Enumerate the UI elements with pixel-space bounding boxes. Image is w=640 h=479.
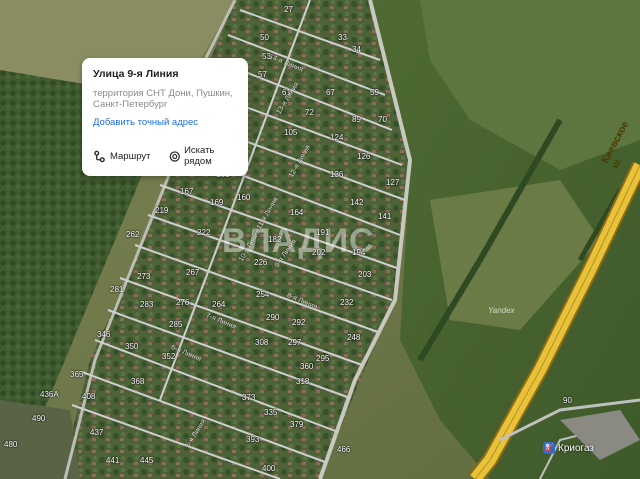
place-card: Улица 9-я Линия территория СНТ Дони, Пуш… bbox=[82, 58, 248, 176]
search-nearby-label: Искать рядом bbox=[184, 145, 215, 167]
add-address-link[interactable]: Добавить точный адрес bbox=[93, 117, 238, 128]
target-icon bbox=[169, 150, 180, 162]
route-label: Маршрут bbox=[110, 150, 151, 162]
route-icon bbox=[94, 150, 105, 162]
provider-mark: Yandex bbox=[488, 306, 515, 315]
poi-label: Криогаз bbox=[558, 442, 594, 454]
route-button[interactable]: Маршрут bbox=[93, 150, 151, 163]
place-subtitle: территория СНТ Дони, Пушкин, Санкт-Петер… bbox=[93, 88, 233, 110]
gas-icon: ⛽ bbox=[543, 442, 555, 454]
place-title: Улица 9-я Линия bbox=[93, 68, 179, 80]
poi-marker[interactable]: ⛽ Криогаз bbox=[543, 442, 594, 454]
search-nearby-button[interactable]: Искать рядом bbox=[169, 145, 239, 167]
